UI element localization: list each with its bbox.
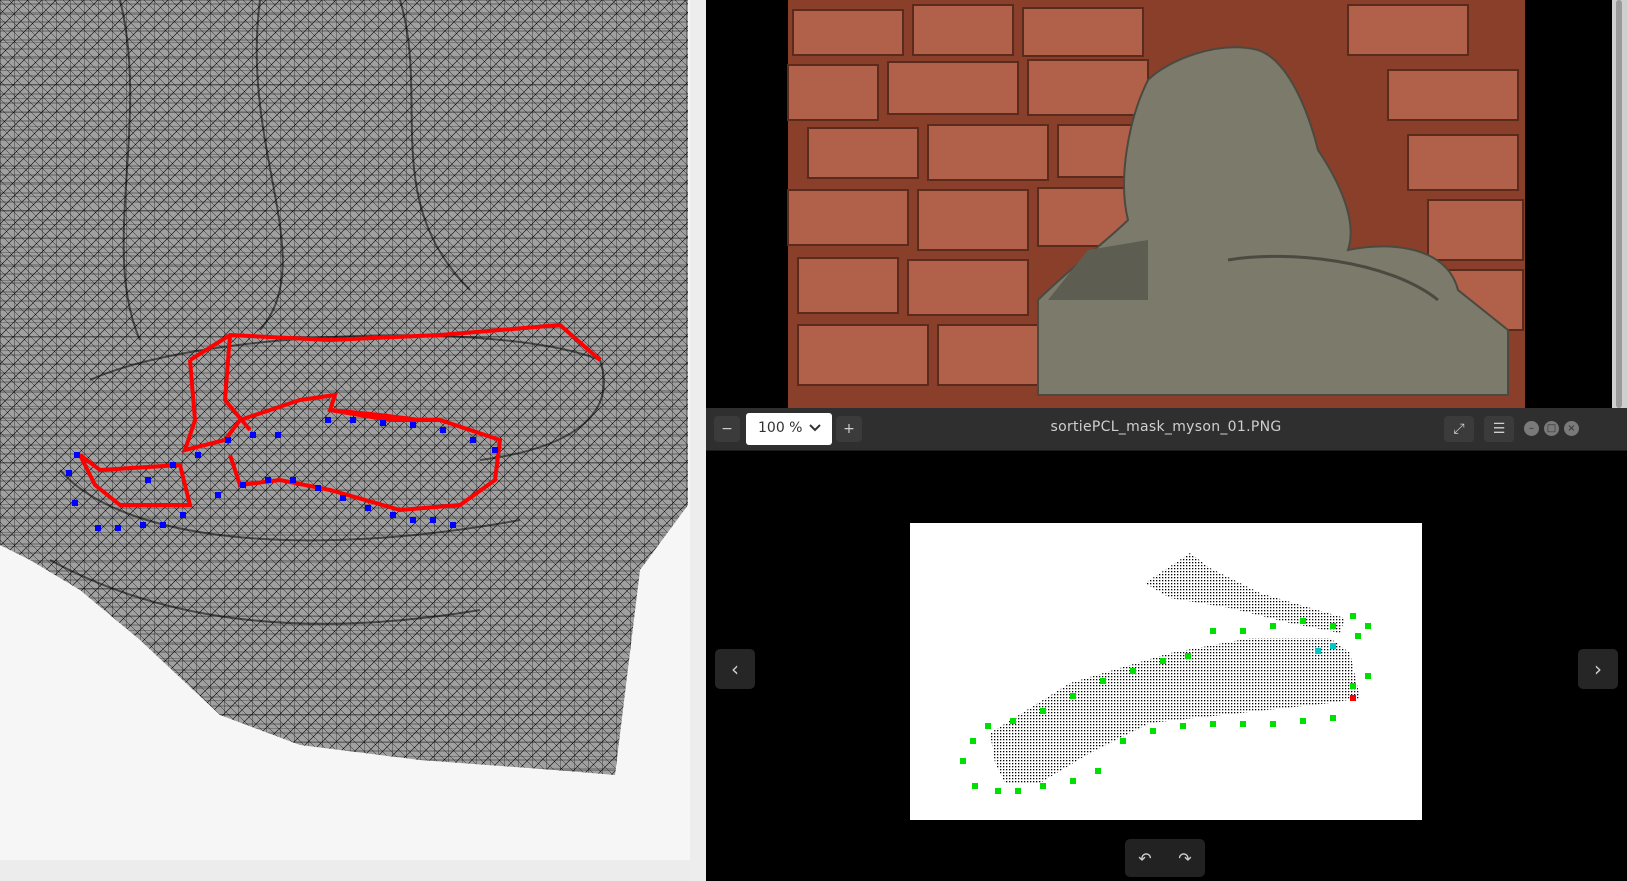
viewer-headerbar: − 100 % + sortiePCL_mask_myson_01.PNG ⤢ …	[706, 408, 1627, 451]
chevron-left-icon: ‹	[731, 657, 739, 681]
menu-button[interactable]: ☰	[1484, 416, 1514, 442]
fullscreen-icon: ⤢	[1453, 421, 1465, 437]
point-cloud-mask-image	[960, 553, 1371, 794]
minimize-button[interactable]: –	[1524, 421, 1539, 436]
mesh-visualization	[0, 0, 688, 775]
rotate-right-button[interactable]: ↷	[1165, 839, 1205, 877]
marker-red	[1350, 695, 1356, 701]
maximize-icon: □	[1546, 423, 1557, 434]
mesh-view-window[interactable]	[0, 0, 690, 860]
chevron-right-icon: ›	[1594, 657, 1602, 681]
zoom-level-value: 100 %	[758, 420, 803, 436]
rotate-right-icon: ↷	[1178, 848, 1192, 868]
hamburger-menu-icon: ☰	[1492, 421, 1506, 437]
zoom-dropdown[interactable]: 100 %	[746, 413, 832, 445]
previous-image-button[interactable]: ‹	[715, 649, 755, 689]
close-icon: ×	[1567, 423, 1576, 434]
close-button[interactable]: ×	[1564, 421, 1579, 436]
maximize-button[interactable]: □	[1544, 421, 1559, 436]
desktop-scrollbar-thumb[interactable]	[1616, 0, 1622, 408]
chevron-down-icon	[809, 424, 821, 432]
zoom-in-button[interactable]: +	[836, 416, 862, 442]
desktop-scrollbar[interactable]	[1612, 0, 1627, 408]
displayed-image	[910, 523, 1422, 820]
fullscreen-button[interactable]: ⤢	[1444, 416, 1474, 442]
plus-icon: +	[843, 421, 855, 437]
statue-photo-image	[706, 0, 1627, 408]
rotate-left-icon: ↶	[1138, 848, 1152, 868]
image-viewer-window: − 100 % + sortiePCL_mask_myson_01.PNG ⤢ …	[706, 408, 1627, 881]
zoom-out-button[interactable]: −	[714, 416, 740, 442]
next-image-button[interactable]: ›	[1578, 649, 1618, 689]
window-divider	[690, 0, 706, 881]
rotate-button-group: ↶ ↷	[1125, 839, 1205, 877]
point-cloud-upper	[1145, 553, 1345, 633]
mesh-window-status-strip	[0, 860, 700, 881]
window-title: sortiePCL_mask_myson_01.PNG	[1050, 419, 1282, 435]
statue-photo	[706, 0, 1627, 408]
minimize-icon: –	[1529, 423, 1534, 434]
minus-icon: −	[721, 421, 733, 437]
rotate-left-button[interactable]: ↶	[1125, 839, 1165, 877]
